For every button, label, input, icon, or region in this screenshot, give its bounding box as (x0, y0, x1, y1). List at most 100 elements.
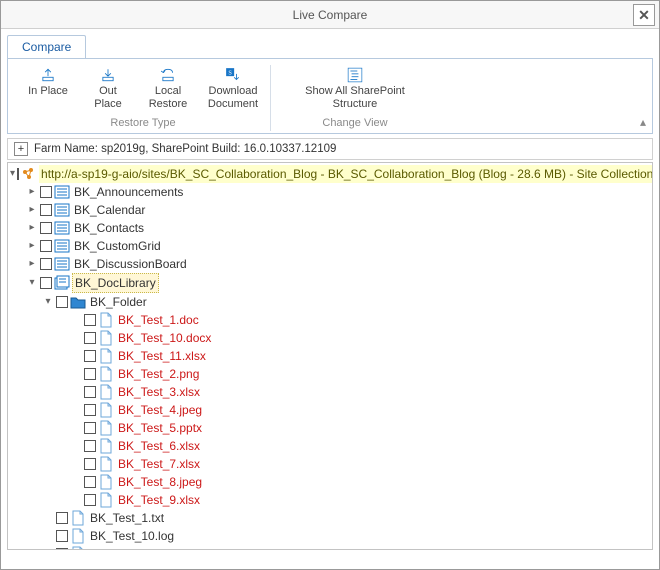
tree-list-item[interactable]: ▸BK_Announcements (10, 183, 648, 201)
checkbox[interactable] (84, 494, 96, 506)
tree-file-item[interactable]: ·BK_Test_10.log (10, 527, 648, 545)
tree-file-item[interactable]: · BK_Test_7.xlsx (10, 455, 648, 473)
file-icon (98, 384, 114, 400)
tree-file-item[interactable]: ·BK_Test_1.txt (10, 509, 648, 527)
tree-list-item[interactable]: ▸BK_Contacts (10, 219, 648, 237)
file-icon (70, 510, 86, 526)
expander-spacer: · (70, 365, 82, 383)
file-icon (98, 456, 114, 472)
tree-file-item[interactable]: ·BK_Test_4.jpeg (10, 401, 648, 419)
checkbox[interactable] (84, 458, 96, 470)
tree-file-label: BK_Test_6.xlsx (116, 437, 202, 455)
tree-file-item[interactable]: ·BK_Test_2.png (10, 365, 648, 383)
tree-file-item[interactable]: ·BK_Test_9.xlsx (10, 491, 648, 509)
in-place-icon (40, 67, 56, 83)
expander-spacer: · (70, 455, 82, 473)
checkbox[interactable] (84, 368, 96, 380)
tree-file-label: BK_Test_1.doc (116, 311, 201, 329)
status-expand-button[interactable]: + (14, 142, 28, 156)
expander-icon[interactable]: ▾ (42, 293, 54, 311)
show-all-structure-label: Show All SharePoint Structure (297, 85, 413, 111)
checkbox[interactable] (84, 440, 96, 452)
ribbon-collapse-button[interactable]: ▴ (640, 115, 646, 129)
tree-file-label: BK_Test_7.xlsx (116, 455, 202, 473)
tree-file-item[interactable]: ·BK_Test_5.pptx (10, 419, 648, 437)
tab-compare[interactable]: Compare (7, 35, 86, 58)
tree-file-item[interactable]: ·BK_Test_8.jpeg (10, 473, 648, 491)
in-place-label: In Place (28, 85, 68, 98)
ribbon-buttons-restore: In Place Out Place Local Restore S Downl… (22, 65, 264, 115)
expander-icon[interactable]: ▾ (26, 274, 38, 292)
tree-scroll[interactable]: ▾ http://a-sp19-g-aio/sites/BK_SC_Collab… (7, 162, 653, 550)
ribbon-group-restore: In Place Out Place Local Restore S Downl… (16, 65, 271, 131)
checkbox[interactable] (56, 548, 68, 550)
show-all-structure-button[interactable]: Show All SharePoint Structure (295, 65, 415, 115)
local-restore-button[interactable]: Local Restore (142, 65, 194, 115)
checkbox[interactable] (56, 530, 68, 542)
download-document-icon: S (225, 67, 241, 83)
checkbox[interactable] (40, 277, 52, 289)
tree-file-label: BK_Test_4.jpeg (116, 401, 204, 419)
checkbox[interactable] (40, 204, 52, 216)
tree-file-item[interactable]: ·BK_Test_11.xlsx (10, 347, 648, 365)
tree-item-label: BK_CustomGrid (72, 237, 163, 255)
expander-spacer: · (70, 311, 82, 329)
download-document-button[interactable]: S Download Document (202, 65, 264, 115)
tree-file-item[interactable]: · BK_Test_1.doc (10, 311, 648, 329)
expander-spacer: · (42, 509, 54, 527)
tree-list-item[interactable]: ▸ BK_CustomGrid (10, 237, 648, 255)
checkbox[interactable] (40, 258, 52, 270)
tree-file-label: BK_Test_3.xlsx (116, 383, 202, 401)
ribbon-buttons-view: Show All SharePoint Structure (295, 65, 415, 115)
tree-file-label: BK_Test_5.pptx (116, 419, 204, 437)
tree-file-item[interactable]: ·BK_Test_6.xlsx (10, 437, 648, 455)
tree-doclibrary[interactable]: ▾ BK_DocLibrary (10, 273, 648, 293)
checkbox[interactable] (84, 476, 96, 488)
svg-text:S: S (228, 69, 232, 76)
expander-spacer: · (70, 383, 82, 401)
file-icon (98, 330, 114, 346)
tree-file-item[interactable]: ·BK_Test_10.docx (10, 329, 648, 347)
checkbox[interactable] (56, 512, 68, 524)
expander-icon[interactable]: ▾ (10, 165, 15, 183)
expander-icon[interactable]: ▸ (26, 183, 38, 201)
checkbox[interactable] (56, 296, 68, 308)
expander-icon[interactable]: ▸ (26, 201, 38, 219)
checkbox[interactable] (17, 168, 19, 180)
expander-icon[interactable]: ▸ (26, 219, 38, 237)
file-icon (98, 474, 114, 490)
tree-list-item[interactable]: ▸ BK_Calendar (10, 201, 648, 219)
tree-list-item[interactable]: ▸BK_DiscussionBoard (10, 255, 648, 273)
expander-icon[interactable]: ▸ (26, 255, 38, 273)
checkbox[interactable] (84, 350, 96, 362)
expander-icon[interactable]: ▸ (26, 237, 38, 255)
checkbox[interactable] (84, 422, 96, 434)
tree-file-item[interactable]: · BK_Test_3.xlsx (10, 383, 648, 401)
checkbox[interactable] (84, 314, 96, 326)
expander-spacer: · (42, 527, 54, 545)
tree-item-label: BK_Calendar (72, 201, 147, 219)
show-all-structure-icon (347, 67, 363, 83)
tree-file-item[interactable]: · BK_Test_11.doc (10, 545, 648, 550)
checkbox[interactable] (40, 186, 52, 198)
checkbox[interactable] (84, 386, 96, 398)
checkbox[interactable] (84, 332, 96, 344)
checkbox[interactable] (40, 222, 52, 234)
site-collection-icon (21, 166, 37, 182)
in-place-button[interactable]: In Place (22, 65, 74, 115)
tree-file-label: BK_Test_10.docx (116, 329, 213, 347)
tree-file-label: BK_Test_11.doc (88, 545, 179, 550)
checkbox[interactable] (84, 404, 96, 416)
doclibrary-icon (54, 275, 70, 291)
checkbox[interactable] (40, 240, 52, 252)
file-icon (98, 348, 114, 364)
local-restore-label: Local Restore (144, 85, 192, 111)
file-icon (98, 492, 114, 508)
tree-root[interactable]: ▾ http://a-sp19-g-aio/sites/BK_SC_Collab… (10, 165, 648, 183)
status-text: Farm Name: sp2019g, SharePoint Build: 16… (34, 143, 336, 155)
expander-spacer: · (42, 545, 54, 550)
tree: ▾ http://a-sp19-g-aio/sites/BK_SC_Collab… (8, 163, 652, 550)
out-place-button[interactable]: Out Place (82, 65, 134, 115)
close-button[interactable]: ✕ (633, 4, 655, 26)
tree-folder[interactable]: ▾ BK_Folder (10, 293, 648, 311)
